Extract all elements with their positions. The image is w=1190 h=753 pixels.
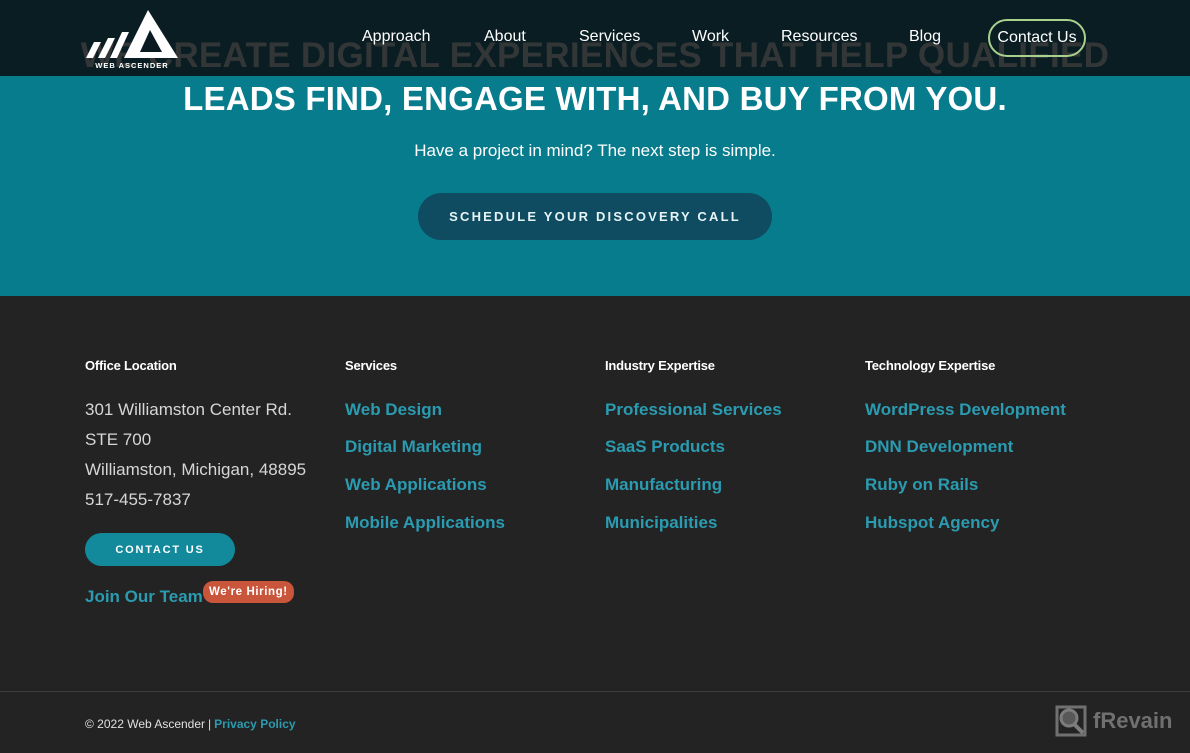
nav-resources[interactable]: Resources xyxy=(781,28,857,46)
nav-blog[interactable]: Blog xyxy=(909,28,941,46)
link-hubspot-agency[interactable]: Hubspot Agency xyxy=(865,513,999,533)
technology-expertise-title: Technology Expertise xyxy=(865,358,996,373)
link-wordpress-development[interactable]: WordPress Development xyxy=(865,400,1066,420)
frevain-watermark: fRevain xyxy=(1055,705,1172,737)
link-mobile-applications[interactable]: Mobile Applications xyxy=(345,513,505,533)
copyright-text: © 2022 Web Ascender xyxy=(85,717,206,731)
join-our-team-link[interactable]: Join Our Team xyxy=(85,587,203,607)
nav-work[interactable]: Work xyxy=(692,28,729,46)
watermark-text: fRevain xyxy=(1093,708,1173,733)
site-footer: Office Location 301 Williamston Center R… xyxy=(0,296,1190,753)
copyright-bar: © 2022 Web Ascender | Privacy Policy xyxy=(85,717,296,731)
magnifier-logo-icon xyxy=(1055,705,1087,737)
nav-about[interactable]: About xyxy=(484,28,526,46)
office-location-title: Office Location xyxy=(85,358,177,373)
link-digital-marketing[interactable]: Digital Marketing xyxy=(345,437,482,457)
site-header: WE CREATE DIGITAL EXPERIENCES THAT HELP … xyxy=(0,0,1190,76)
address-line-1: 301 Williamston Center Rd. xyxy=(85,400,292,419)
footer-contact-us-button[interactable]: CONTACT US xyxy=(85,533,235,566)
schedule-discovery-call-button[interactable]: SCHEDULE YOUR DISCOVERY CALL xyxy=(418,193,772,240)
link-manufacturing[interactable]: Manufacturing xyxy=(605,475,722,495)
privacy-policy-link[interactable]: Privacy Policy xyxy=(214,717,295,731)
nav-contact-us-button[interactable]: Contact Us xyxy=(988,19,1086,57)
hero-title: LEADS FIND, ENGAGE WITH, AND BUY FROM YO… xyxy=(183,80,1007,117)
link-municipalities[interactable]: Municipalities xyxy=(605,513,717,533)
footer-divider xyxy=(0,691,1190,692)
nav-approach[interactable]: Approach xyxy=(362,28,431,46)
main-nav: Approach About Services Work Resources B… xyxy=(0,0,1190,76)
link-web-design[interactable]: Web Design xyxy=(345,400,442,420)
address-line-2: STE 700 xyxy=(85,430,152,449)
link-professional-services[interactable]: Professional Services xyxy=(605,400,782,420)
industry-expertise-title: Industry Expertise xyxy=(605,358,715,373)
link-dnn-development[interactable]: DNN Development xyxy=(865,437,1013,457)
address-city: Williamston, Michigan, 48895 xyxy=(85,460,307,479)
link-saas-products[interactable]: SaaS Products xyxy=(605,437,725,457)
nav-services[interactable]: Services xyxy=(579,28,640,46)
link-ruby-on-rails[interactable]: Ruby on Rails xyxy=(865,475,978,495)
services-title: Services xyxy=(345,358,397,373)
phone-number[interactable]: 517-455-7837 xyxy=(85,490,191,510)
hero-subtitle: Have a project in mind? The next step is… xyxy=(414,141,776,160)
copyright-separator: | xyxy=(208,717,212,731)
hiring-badge: We're Hiring! xyxy=(203,581,294,603)
link-web-applications[interactable]: Web Applications xyxy=(345,475,487,495)
